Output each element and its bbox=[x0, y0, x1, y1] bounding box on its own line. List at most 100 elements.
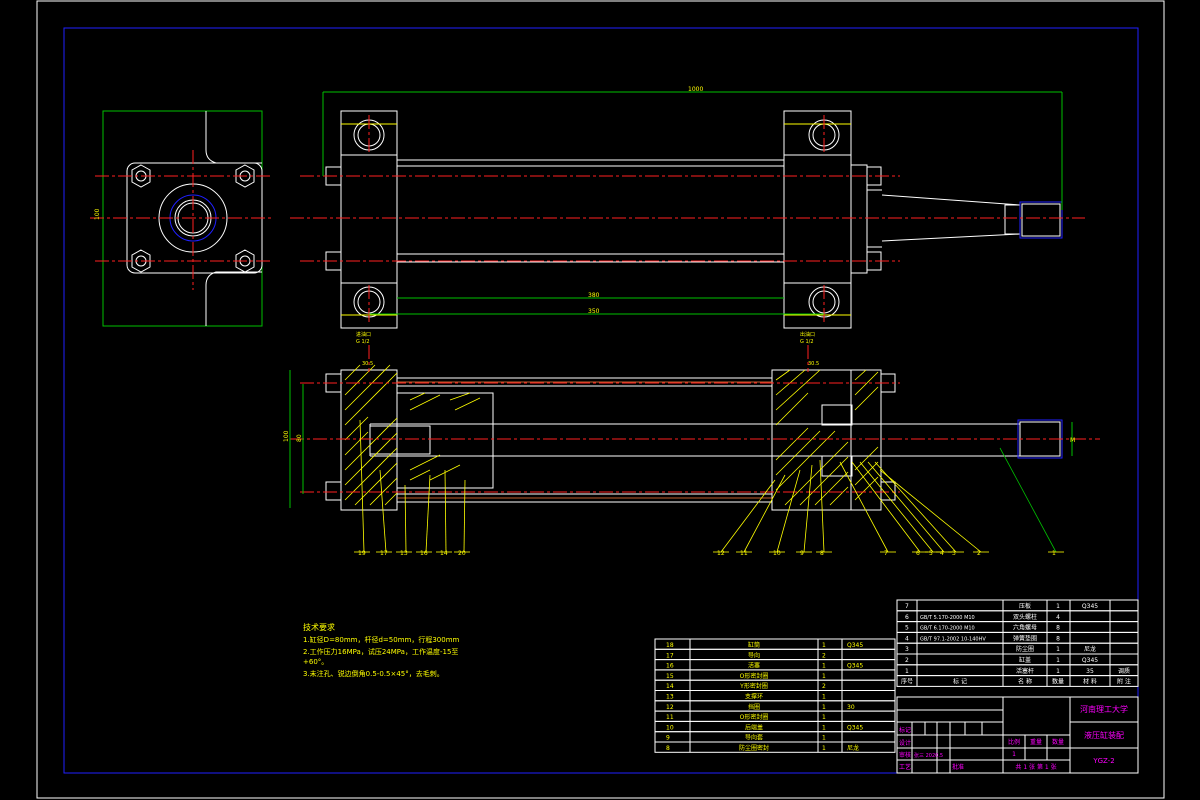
port-size-right: 30.5 bbox=[808, 361, 819, 367]
bom-right-no: 1 bbox=[905, 668, 909, 675]
bom-left-no: 8 bbox=[666, 745, 670, 752]
bom-right-code: GB/T 5.170-2000 M10 bbox=[920, 615, 975, 621]
bom-right-no: 7 bbox=[905, 603, 909, 610]
bom-right-qty: 1 bbox=[1056, 603, 1060, 610]
row-review: 审核 bbox=[899, 751, 911, 759]
bom-right-qty: 1 bbox=[1056, 657, 1060, 664]
bom-right-qty: 1 bbox=[1056, 668, 1060, 675]
bom-left-no: 16 bbox=[666, 663, 674, 670]
bom-right-mat: Q345 bbox=[1082, 657, 1098, 664]
bom-right-mat: Q345 bbox=[1082, 603, 1098, 610]
balloon-label: 19 bbox=[358, 550, 366, 557]
bom-right-name: 双头螺柱 bbox=[1013, 613, 1037, 621]
bom-left-name: Y形密封圈 bbox=[739, 682, 768, 690]
bom-left-name: 后端盖 bbox=[745, 723, 763, 731]
balloon-label: 3 bbox=[952, 550, 956, 557]
bom-left-name: 导向 bbox=[748, 651, 760, 659]
balloon-label: 4 bbox=[940, 550, 944, 557]
bom-right-name: 活塞杆 bbox=[1016, 667, 1034, 675]
design-name: 张三 2020.5 bbox=[914, 752, 943, 759]
bom-right-no: 5 bbox=[905, 625, 909, 632]
bom-left-qty: 1 bbox=[822, 735, 826, 742]
balloon-label: 11 bbox=[740, 550, 748, 557]
notes-heading: 技术要求 bbox=[303, 622, 335, 632]
row-mark: 标记 bbox=[899, 726, 911, 734]
note-line-2: 2.工作压力16MPa，试压24MPa，工作温度-15至 bbox=[303, 647, 458, 656]
bom-right-no: 3 bbox=[905, 646, 909, 653]
bom-left-qty: 1 bbox=[822, 663, 826, 670]
bom-left-mat: Q345 bbox=[847, 663, 863, 670]
bom-table-left: 18 缸筒 1 Q34517 导向 216 活塞 1 Q34515 O形密封圈 114 Y形密封圈 21… bbox=[654, 638, 896, 753]
note-line-1: 1.缸径D=80mm，杆径d=50mm，行程300mm bbox=[303, 635, 460, 644]
port-size-left: 30.5 bbox=[362, 361, 373, 367]
bom-left-qty: 2 bbox=[822, 652, 826, 659]
approve-label: 批准 bbox=[952, 763, 964, 771]
bom-left-name: 防尘圈密封 bbox=[739, 744, 769, 752]
balloon-label: 2 bbox=[977, 550, 981, 557]
section-view bbox=[325, 369, 1063, 511]
front-view bbox=[325, 110, 1063, 329]
dim-section-inner: 80 bbox=[296, 434, 303, 442]
weight-label: 重量 bbox=[1030, 738, 1042, 746]
bom-left-no: 12 bbox=[666, 704, 674, 711]
dim-overall: 1000 bbox=[688, 86, 703, 93]
bom-right-name: 防尘圈 bbox=[1016, 645, 1034, 653]
cad-drawing-canvas: 100 1000 380 350 100 80 M 进油口 G 1/2 出油口 … bbox=[36, 0, 1165, 799]
balloon-label: 5 bbox=[929, 550, 933, 557]
balloon-label: 14 bbox=[440, 550, 448, 557]
bom-header-name: 名 称 bbox=[1018, 678, 1032, 686]
bom-left-no: 15 bbox=[666, 673, 674, 680]
bom-left-no: 13 bbox=[666, 694, 674, 701]
scale-label: 比例 bbox=[1008, 738, 1020, 746]
bom-right-no: 6 bbox=[905, 614, 909, 621]
bom-left-name: 支撑环 bbox=[745, 693, 763, 701]
bom-header-no: 序号 bbox=[901, 678, 913, 686]
bom-left-qty: 1 bbox=[822, 642, 826, 649]
dim-rod: M bbox=[1070, 437, 1075, 444]
inner-frame bbox=[63, 27, 1139, 774]
bom-right-name: 弹簧垫圈 bbox=[1013, 634, 1037, 642]
balloon-label: 9 bbox=[800, 550, 804, 557]
bom-header-mat: 材 料 bbox=[1083, 678, 1097, 686]
school-name: 河南理工大学 bbox=[1080, 704, 1128, 714]
bom-left-mat: Q345 bbox=[847, 724, 863, 731]
bom-right-code: GB/T 97.1-2002 10-140HV bbox=[920, 636, 986, 642]
bom-right-name: 压板 bbox=[1019, 602, 1031, 610]
row-design: 设计 bbox=[899, 739, 911, 747]
bom-left-name: 挡圈 bbox=[748, 703, 760, 711]
bom-right-note: 调质 bbox=[1118, 667, 1130, 675]
dim-body: 380 bbox=[588, 292, 600, 299]
bom-left-no: 11 bbox=[666, 714, 674, 721]
bom-right-mat: 尼龙 bbox=[1084, 645, 1096, 653]
bom-header-code: 标 记 bbox=[953, 678, 967, 686]
bom-left-qty: 1 bbox=[822, 673, 826, 680]
balloon-label: 6 bbox=[916, 550, 920, 557]
bom-left-no: 14 bbox=[666, 683, 674, 690]
row-process: 工艺 bbox=[899, 763, 911, 771]
port-label-left: 进油口 G 1/2 bbox=[356, 331, 371, 345]
bom-left-mat: 尼龙 bbox=[847, 744, 859, 752]
balloon-label: 8 bbox=[820, 550, 824, 557]
balloon-label: 12 bbox=[717, 550, 725, 557]
drawing-title: 液压缸装配 bbox=[1084, 730, 1124, 740]
technical-notes: 技术要求 1.缸径D=80mm，杆径d=50mm，行程300mm 2.工作压力1… bbox=[303, 622, 460, 678]
bom-table-right: 7 压板 1 Q345 6 GB/T 5.170-2000 M10 双头螺柱 4 5 GB/T 6… bbox=[896, 599, 1139, 687]
bom-right-no: 4 bbox=[905, 635, 909, 642]
bom-left-mat: Q345 bbox=[847, 642, 863, 649]
bom-right-name: 六角螺母 bbox=[1013, 624, 1037, 632]
sheet-text: 共 1 张 第 1 张 bbox=[1015, 763, 1056, 771]
dim-section-height: 100 bbox=[283, 430, 290, 442]
note-line-3: +60°。 bbox=[303, 658, 328, 666]
balloon-label: 1 bbox=[1052, 550, 1056, 557]
bom-left-name: 缸筒 bbox=[748, 641, 760, 649]
balloon-label: 10 bbox=[773, 550, 781, 557]
bom-right-qty: 1 bbox=[1056, 646, 1060, 653]
note-line-4: 3.未注孔、锐边倒角0.5-0.5×45°，去毛刺。 bbox=[303, 669, 444, 678]
bom-left-name: O形密封圈 bbox=[740, 713, 769, 721]
bom-left-name: 导向套 bbox=[745, 734, 763, 742]
bom-left-qty: 1 bbox=[822, 694, 826, 701]
bom-left-no: 17 bbox=[666, 652, 674, 659]
bom-left-qty: 2 bbox=[822, 683, 826, 690]
bom-right-mat: 35 bbox=[1086, 668, 1094, 675]
bom-left-qty: 1 bbox=[822, 704, 826, 711]
